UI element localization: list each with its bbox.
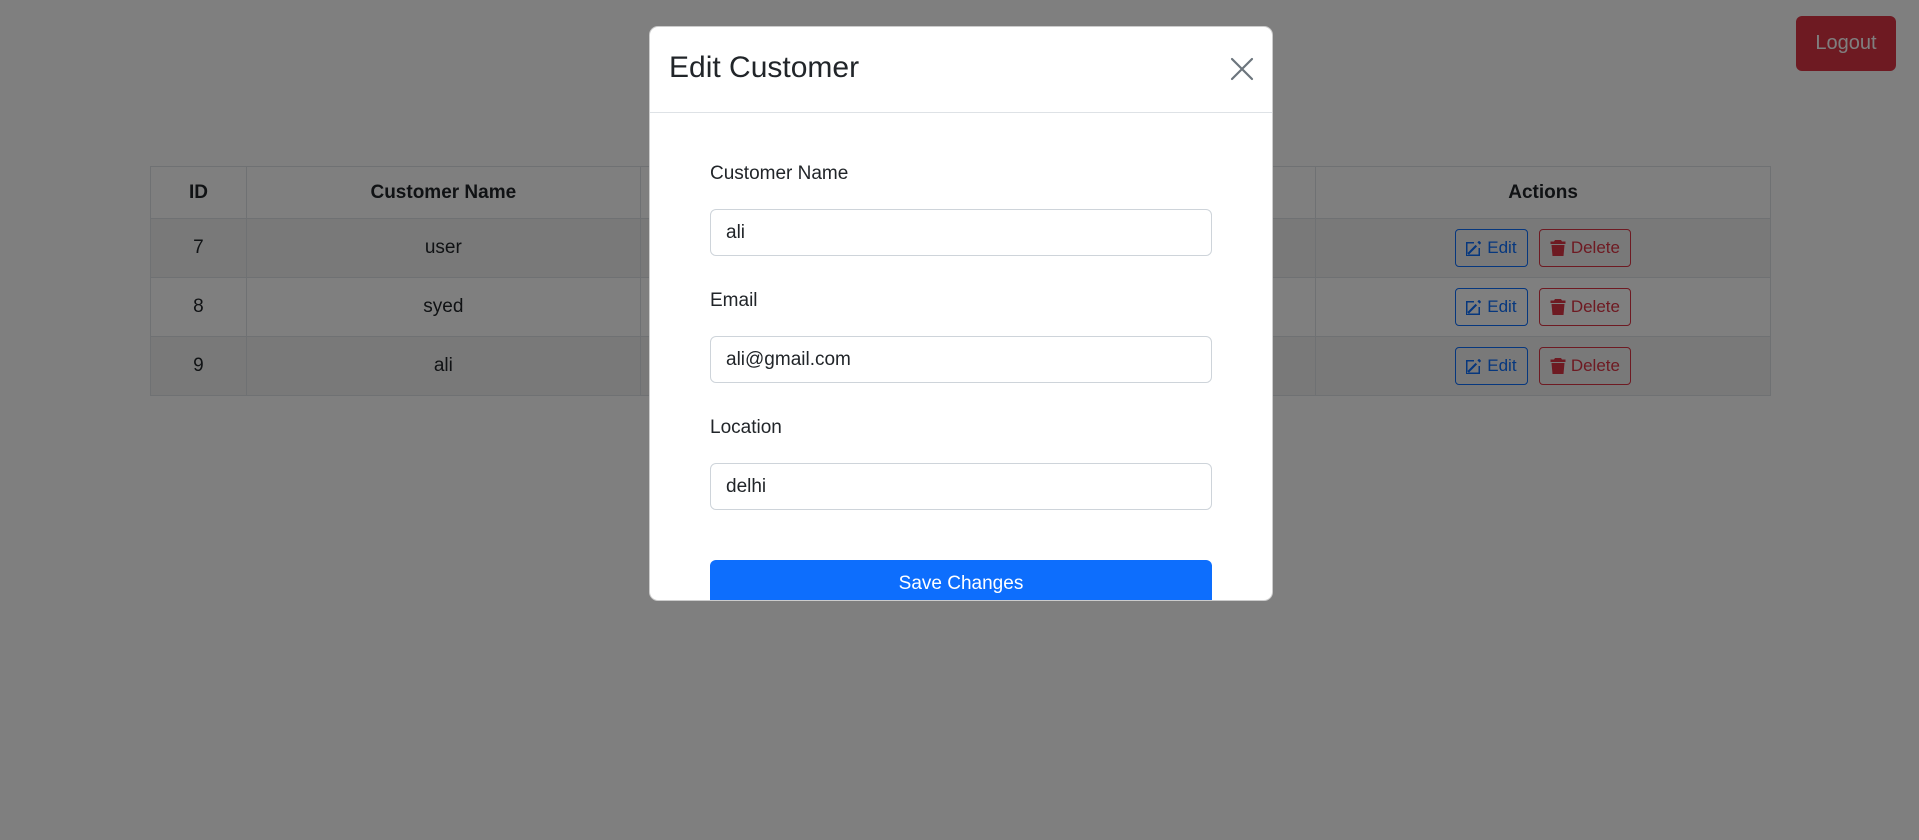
location-label: Location — [710, 417, 782, 438]
email-label: Email — [710, 290, 758, 311]
close-button[interactable] — [1228, 55, 1256, 83]
modal-title: Edit Customer — [669, 51, 860, 84]
email-input[interactable] — [710, 336, 1212, 383]
modal-header: Edit Customer — [650, 27, 1272, 113]
close-icon — [1230, 57, 1254, 81]
location-input[interactable] — [710, 463, 1212, 510]
customer-name-input[interactable] — [710, 209, 1212, 256]
customer-name-label: Customer Name — [710, 163, 849, 184]
edit-customer-modal: Edit Customer Customer Name Email Locati… — [649, 26, 1273, 601]
save-changes-button[interactable]: Save Changes — [710, 560, 1212, 600]
